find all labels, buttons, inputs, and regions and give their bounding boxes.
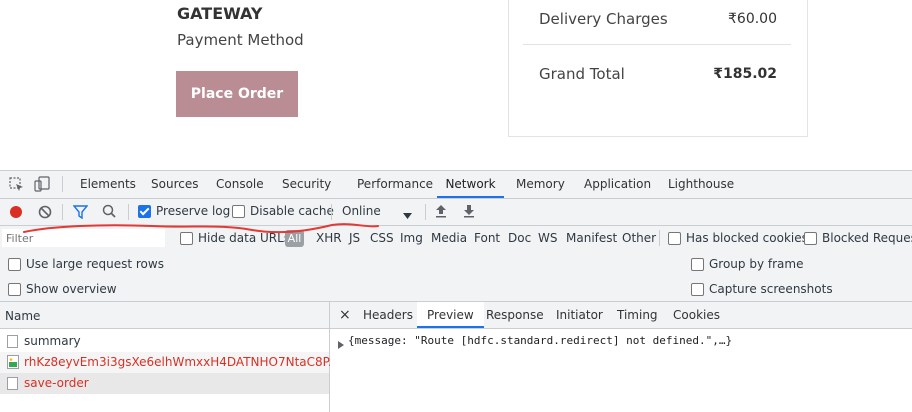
delivery-charges-value: ₹60.00 bbox=[728, 11, 777, 27]
tab-timing[interactable]: Timing bbox=[617, 302, 658, 328]
request-name: summary bbox=[24, 334, 81, 348]
disable-cache-label: Disable cache bbox=[250, 204, 334, 218]
expand-triangle-icon[interactable] bbox=[338, 338, 344, 352]
group-by-frame-checkbox[interactable] bbox=[691, 258, 704, 271]
red-underline-annotation bbox=[23, 223, 379, 234]
capture-screenshots-checkbox[interactable] bbox=[691, 283, 704, 296]
tab-lighthouse[interactable]: Lighthouse bbox=[668, 171, 734, 198]
document-icon bbox=[7, 377, 18, 390]
blocked-requests-label: Blocked Requests bbox=[822, 231, 912, 245]
options-row-2: Show overview Capture screenshots bbox=[0, 276, 912, 302]
filter-type-manifest[interactable]: Manifest bbox=[566, 231, 617, 245]
capture-screenshots-label: Capture screenshots bbox=[709, 282, 833, 296]
tab-cookies[interactable]: Cookies bbox=[673, 302, 720, 328]
import-har-icon[interactable] bbox=[435, 204, 447, 221]
delivery-charges-label: Delivery Charges bbox=[539, 10, 668, 28]
preview-json: {message: "Route [hdfc.standard.redirect… bbox=[348, 334, 733, 347]
tab-preview[interactable]: Preview bbox=[417, 302, 484, 328]
clear-icon[interactable] bbox=[38, 205, 52, 222]
large-rows-label: Use large request rows bbox=[26, 257, 164, 271]
request-row[interactable]: save-order bbox=[0, 373, 329, 394]
has-blocked-cookies-checkbox[interactable] bbox=[668, 232, 681, 245]
inspect-element-icon[interactable] bbox=[9, 177, 24, 195]
tab-response[interactable]: Response bbox=[486, 302, 544, 328]
chevron-down-icon bbox=[403, 208, 412, 222]
tab-memory[interactable]: Memory bbox=[516, 171, 565, 198]
toolbar-separator bbox=[62, 204, 63, 220]
tab-elements[interactable]: Elements bbox=[80, 171, 136, 198]
close-icon[interactable]: × bbox=[339, 302, 351, 328]
toolbar-separator bbox=[128, 204, 129, 220]
show-overview-checkbox[interactable] bbox=[8, 283, 21, 296]
request-list-header[interactable]: Name bbox=[0, 302, 329, 329]
place-order-button[interactable]: Place Order bbox=[176, 71, 298, 117]
disable-cache-checkbox[interactable] bbox=[232, 205, 245, 218]
request-name: save-order bbox=[24, 376, 89, 390]
gateway-heading: GATEWAY bbox=[177, 4, 263, 23]
options-row-1: Use large request rows Group by frame bbox=[0, 251, 912, 276]
filter-type-media[interactable]: Media bbox=[431, 231, 467, 245]
order-summary: Delivery Charges ₹60.00 Grand Total ₹185… bbox=[508, 0, 808, 137]
request-detail: × Headers Preview Response Initiator Tim… bbox=[23, 223, 912, 412]
large-rows-checkbox[interactable] bbox=[8, 258, 21, 271]
throttling-value: Online bbox=[342, 204, 381, 218]
blocked-requests-checkbox[interactable] bbox=[804, 232, 817, 245]
checkout-page: GATEWAY Payment Method Place Order Deliv… bbox=[0, 0, 912, 170]
devtools-tabbar: Elements Sources Console Security Perfor… bbox=[0, 171, 912, 199]
filter-type-doc[interactable]: Doc bbox=[508, 231, 531, 245]
filter-type-img[interactable]: Img bbox=[400, 231, 423, 245]
name-column-header: Name bbox=[5, 309, 41, 323]
export-har-icon[interactable] bbox=[463, 204, 475, 221]
tab-network[interactable]: Network bbox=[437, 171, 504, 198]
search-icon[interactable] bbox=[102, 204, 116, 222]
record-icon[interactable] bbox=[9, 205, 23, 222]
toolbar-separator bbox=[331, 204, 332, 220]
tab-security[interactable]: Security bbox=[282, 171, 331, 198]
preserve-log-checkbox[interactable] bbox=[138, 205, 151, 218]
filter-type-other[interactable]: Other bbox=[622, 231, 656, 245]
has-blocked-cookies-label: Has blocked cookies bbox=[686, 231, 808, 245]
request-row[interactable]: summary bbox=[0, 331, 329, 352]
summary-divider bbox=[523, 44, 791, 45]
filter-type-font[interactable]: Font bbox=[474, 231, 500, 245]
grand-total-label: Grand Total bbox=[539, 65, 625, 83]
filter-funnel-icon[interactable] bbox=[72, 205, 89, 222]
tab-sources[interactable]: Sources bbox=[151, 171, 198, 198]
payment-method-label: Payment Method bbox=[177, 31, 304, 49]
document-icon bbox=[7, 335, 18, 348]
toolbar-separator bbox=[425, 204, 426, 220]
filter-type-ws[interactable]: WS bbox=[538, 231, 557, 245]
request-list: Name summary rhKz8eyvEm3i3gsXe6elhWmxxH4… bbox=[0, 302, 358, 412]
tab-headers[interactable]: Headers bbox=[363, 302, 413, 328]
throttling-select[interactable]: Online bbox=[338, 201, 418, 222]
image-file-icon bbox=[7, 355, 19, 369]
request-name: rhKz8eyvEm3i3gsXe6elhWmxxH4DATNHO7NtaC8P… bbox=[24, 355, 358, 369]
group-by-frame-label: Group by frame bbox=[709, 257, 804, 271]
filterbar-separator bbox=[659, 230, 660, 246]
preserve-log-label: Preserve log bbox=[156, 204, 231, 218]
grand-total-value: ₹185.02 bbox=[713, 66, 777, 82]
device-toolbar-icon[interactable] bbox=[34, 176, 50, 195]
tab-console[interactable]: Console bbox=[216, 171, 264, 198]
show-overview-label: Show overview bbox=[26, 282, 117, 296]
tabbar-separator bbox=[62, 176, 63, 192]
tab-initiator[interactable]: Initiator bbox=[556, 302, 603, 328]
devtools-panel: Elements Sources Console Security Perfor… bbox=[0, 170, 912, 412]
tab-application[interactable]: Application bbox=[584, 171, 651, 198]
request-row[interactable]: rhKz8eyvEm3i3gsXe6elhWmxxH4DATNHO7NtaC8P… bbox=[0, 352, 358, 373]
detail-tabbar: × Headers Preview Response Initiator Tim… bbox=[330, 302, 912, 329]
tab-performance[interactable]: Performance bbox=[357, 171, 433, 198]
